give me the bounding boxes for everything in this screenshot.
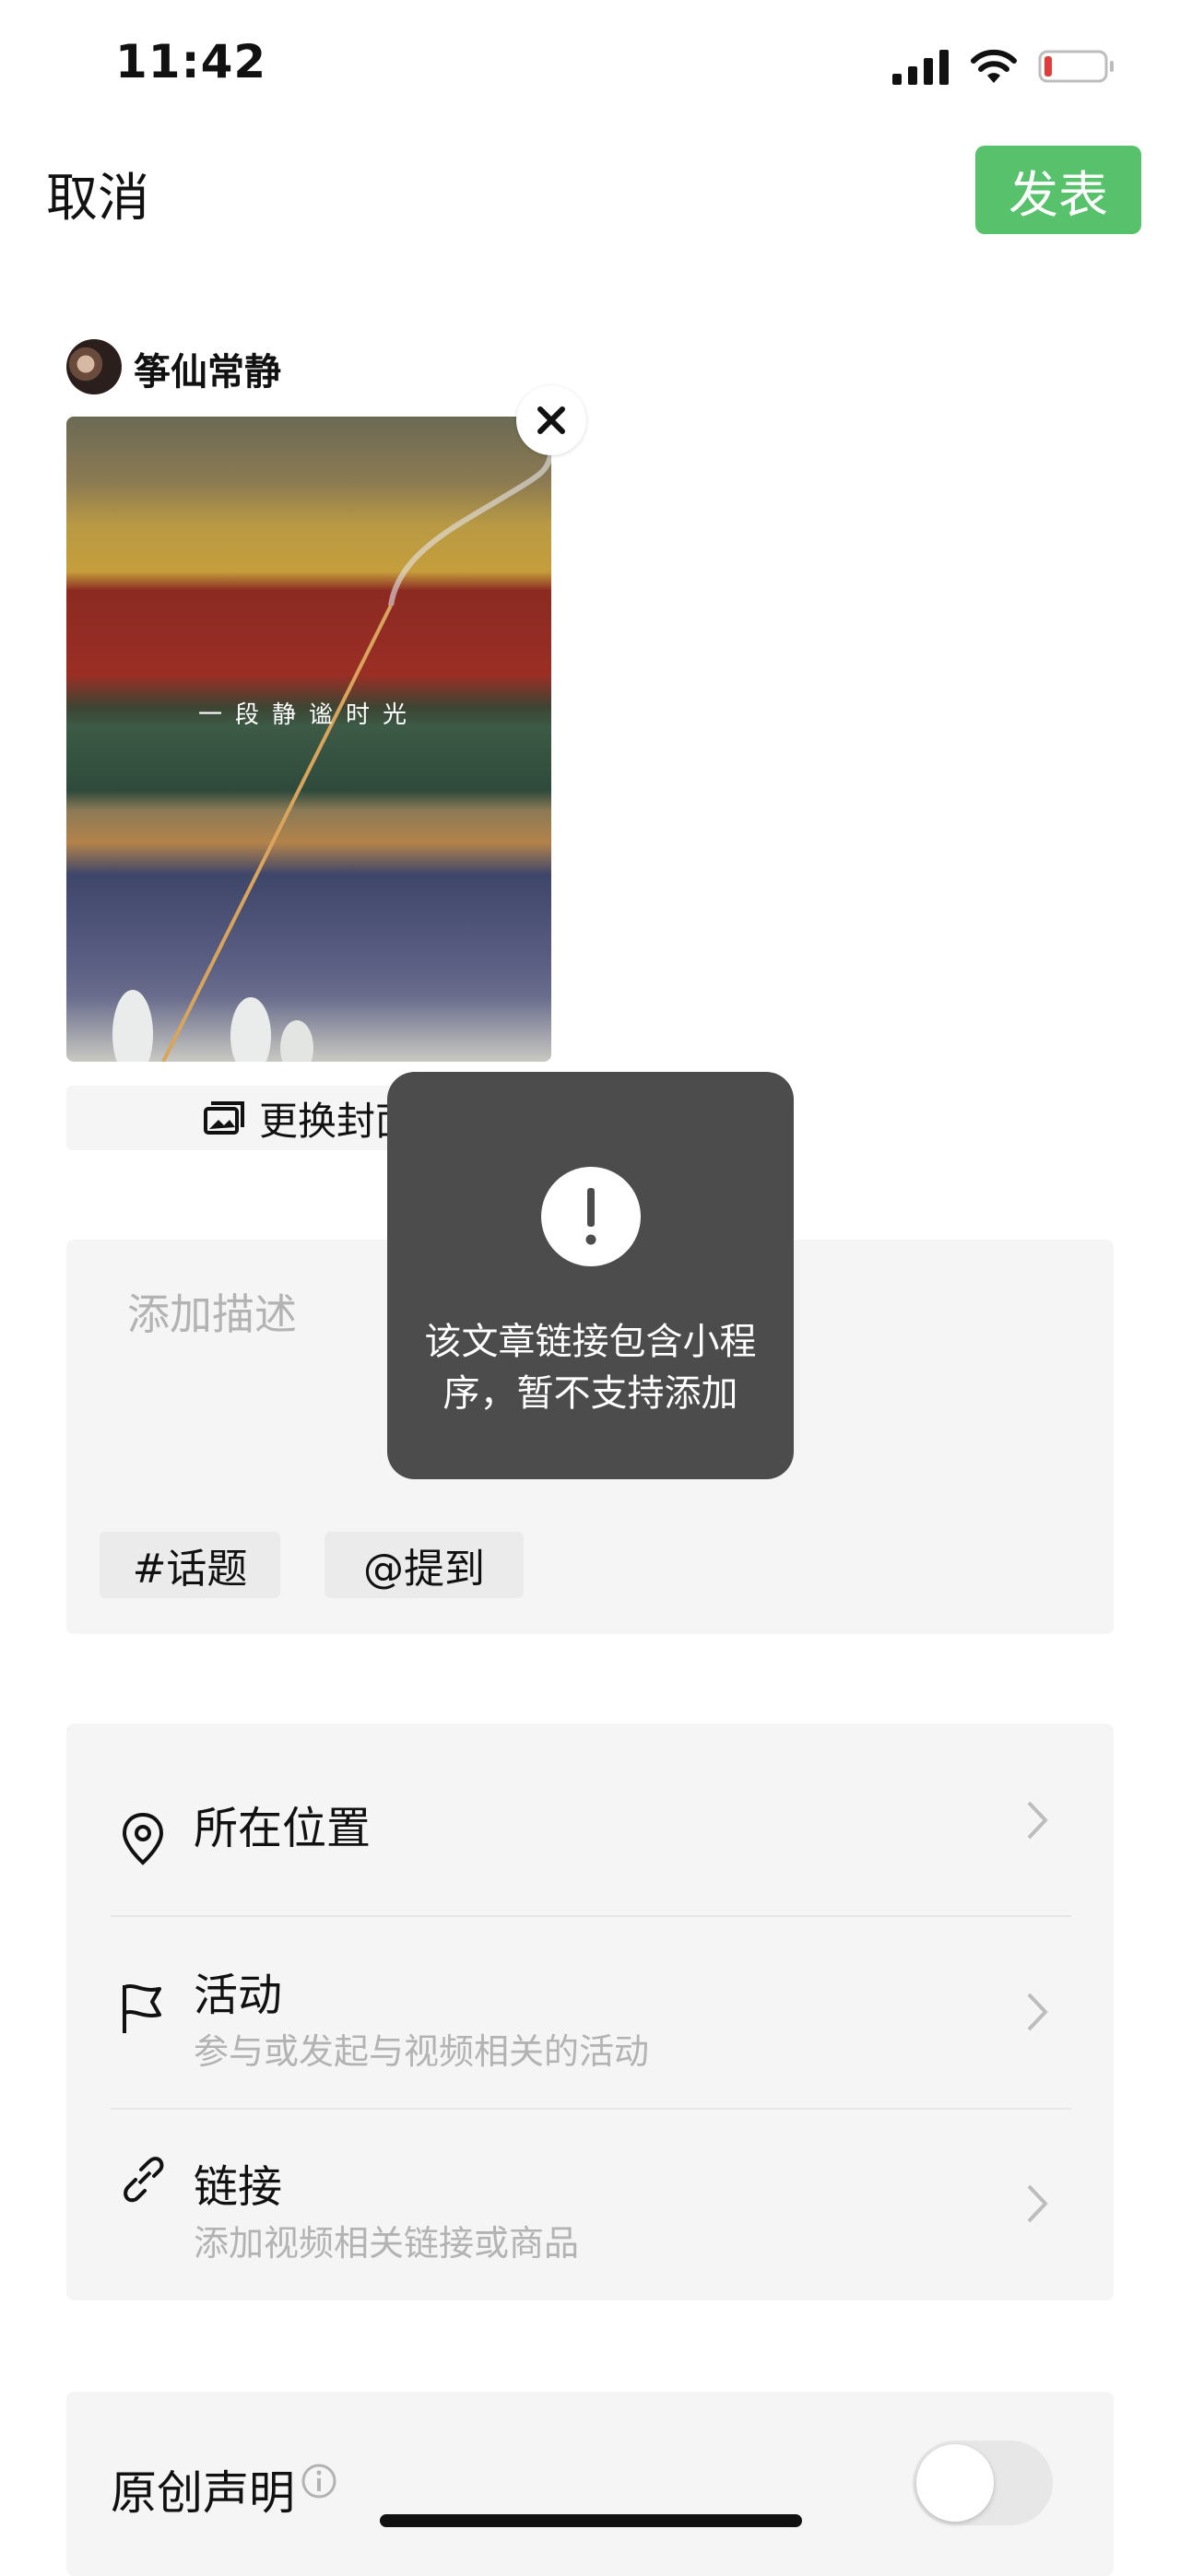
exclamation-icon (585, 1188, 596, 1245)
chevron-right-icon (1027, 1801, 1048, 1840)
chevron-right-icon (1027, 1993, 1048, 2031)
flag-icon (123, 1984, 161, 2033)
toast-line-2: 序，暂不支持添加 (442, 1372, 738, 1415)
option-location-title: 所在位置 (194, 1803, 372, 1854)
wifi-icon (971, 49, 1017, 83)
original-declaration-title: 原创声明 (111, 2466, 295, 2520)
author-name: 筝仙常静 (134, 351, 281, 394)
signal-icon (892, 50, 949, 85)
avatar (66, 339, 122, 394)
image-icon (203, 1101, 244, 1135)
option-link-title: 链接 (194, 2161, 283, 2213)
toast-message: 该文章链接包含小程 序，暂不支持添加 (406, 1316, 775, 1419)
cover-overlay-text: 一段静谧时光 (197, 701, 419, 729)
location-pin-icon (122, 1812, 164, 1865)
publish-button[interactable]: 发表 (975, 146, 1141, 234)
remove-cover-button[interactable] (516, 385, 586, 455)
home-indicator (380, 2514, 802, 2527)
toast-line-1: 该文章链接包含小程 (424, 1321, 757, 1363)
topic-chip[interactable]: #话题 (100, 1532, 280, 1598)
description-placeholder[interactable]: 添加描述 (127, 1281, 297, 1342)
link-icon (124, 2157, 164, 2203)
option-link-subtitle: 添加视频相关链接或商品 (194, 2223, 580, 2264)
info-icon[interactable] (301, 2463, 337, 2500)
cancel-button[interactable]: 取消 (46, 157, 149, 231)
incense-illustration (112, 453, 551, 1062)
close-icon (537, 406, 565, 434)
status-icons (892, 46, 1115, 87)
warning-icon (541, 1167, 641, 1266)
battery-icon (1038, 50, 1114, 83)
cover-image[interactable]: 一段静谧时光 (66, 417, 551, 1062)
status-time: 11:42 (115, 35, 267, 88)
option-activity-title: 活动 (194, 1970, 283, 2021)
mention-chip[interactable]: @提到 (324, 1532, 524, 1598)
chevron-right-icon (1027, 2184, 1048, 2223)
option-activity-subtitle: 参与或发起与视频相关的活动 (194, 2031, 650, 2072)
toggle-knob (916, 2444, 994, 2522)
